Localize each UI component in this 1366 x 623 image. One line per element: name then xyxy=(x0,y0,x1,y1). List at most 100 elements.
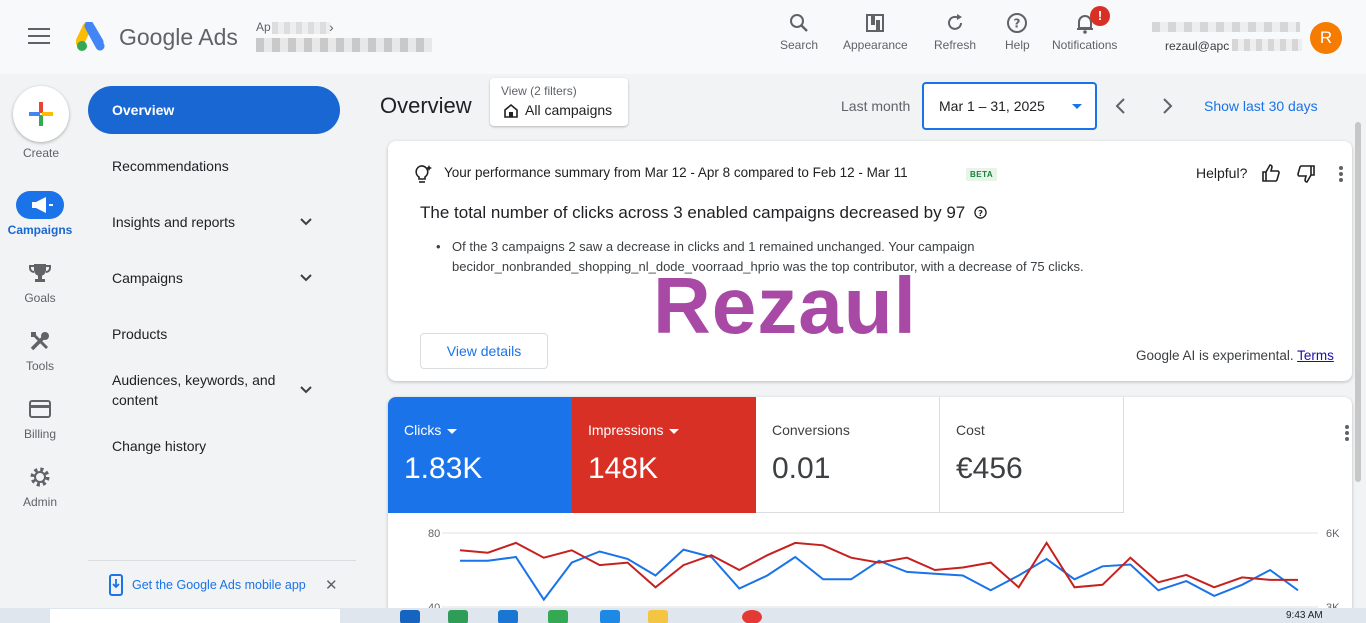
trophy-icon[interactable] xyxy=(28,262,52,284)
filter-label: View (2 filters) xyxy=(501,84,577,98)
megaphone-icon xyxy=(32,197,53,213)
redacted-user-name xyxy=(1152,22,1300,32)
user-avatar[interactable]: R xyxy=(1310,22,1342,54)
google-ads-logo xyxy=(76,22,105,51)
caret-down-icon xyxy=(1072,104,1082,109)
tools-rail-label[interactable]: Tools xyxy=(0,359,80,373)
nav-item-recommendations[interactable]: Recommendations xyxy=(112,156,322,176)
goals-rail-label[interactable]: Goals xyxy=(0,291,80,305)
view-details-button[interactable]: View details xyxy=(420,333,548,369)
plus-icon xyxy=(29,102,53,126)
taskbar-app-icon[interactable] xyxy=(548,610,568,623)
caret-down-icon xyxy=(669,428,680,434)
metric-cost-value: €456 xyxy=(956,452,1023,485)
gear-icon[interactable] xyxy=(29,466,51,488)
credit-card-icon[interactable] xyxy=(29,400,51,418)
brand-name: Google Ads xyxy=(119,24,238,50)
account-selector[interactable]: Ap › xyxy=(256,19,436,56)
menu-icon[interactable] xyxy=(28,28,50,46)
campaign-filter-chip[interactable]: View (2 filters) All campaigns xyxy=(490,78,628,126)
metric-cost[interactable]: Cost €456 xyxy=(940,397,1124,513)
nav-item-change-history[interactable]: Change history xyxy=(112,436,322,456)
chevron-right-icon: › xyxy=(329,19,334,35)
chevron-down-icon[interactable] xyxy=(298,270,314,286)
metrics-card: Clicks 1.83K Impressions 148K Conversion… xyxy=(388,397,1352,623)
thumbs-down-icon[interactable] xyxy=(1295,163,1317,185)
taskbar-app-icon[interactable] xyxy=(498,610,518,623)
campaigns-rail-label[interactable]: Campaigns xyxy=(0,223,80,237)
metric-conversions-label: Conversions xyxy=(772,422,850,438)
chevron-down-icon[interactable] xyxy=(298,214,314,230)
metric-impressions[interactable]: Impressions 148K xyxy=(572,397,756,513)
refresh-tool-label: Refresh xyxy=(934,38,977,52)
more-vert-icon[interactable] xyxy=(1344,424,1350,442)
y-left-tick-label: 80 xyxy=(428,528,440,540)
summary-title-text: The total number of clicks across 3 enab… xyxy=(420,203,966,222)
metric-impressions-name: Impressions xyxy=(588,422,680,438)
caret-down-icon xyxy=(447,428,458,434)
metric-clicks[interactable]: Clicks 1.83K xyxy=(388,397,572,513)
close-icon[interactable]: ✕ xyxy=(325,576,338,594)
notifications-tool-button[interactable]: Notifications ! xyxy=(1052,6,1117,52)
svg-text:?: ? xyxy=(978,208,983,218)
billing-rail-label[interactable]: Billing xyxy=(0,427,80,441)
summary-title: The total number of clicks across 3 enab… xyxy=(420,203,987,223)
date-range-picker[interactable]: Mar 1 – 31, 2025 xyxy=(922,82,1097,130)
campaigns-rail-button[interactable] xyxy=(16,191,64,219)
chevron-down-icon[interactable] xyxy=(298,382,314,398)
nav-item-audiences[interactable]: Audiences, keywords, and content xyxy=(112,370,302,410)
create-label: Create xyxy=(22,146,60,160)
scrollbar[interactable] xyxy=(1354,120,1362,600)
nav-item-products[interactable]: Products xyxy=(112,324,322,344)
scrollbar-thumb[interactable] xyxy=(1355,122,1361,482)
y-right-tick-label: 6K xyxy=(1326,528,1340,540)
chevron-left-icon[interactable] xyxy=(1114,97,1128,115)
appearance-tool-button[interactable]: Appearance xyxy=(843,12,908,52)
terms-link[interactable]: Terms xyxy=(1297,348,1334,363)
page-title: Overview xyxy=(380,93,472,118)
notification-badge: ! xyxy=(1090,6,1110,26)
appearance-icon xyxy=(866,14,885,32)
taskbar-app-icon[interactable] xyxy=(600,610,620,623)
lightbulb-sparkle-icon xyxy=(415,165,432,183)
svg-text:?: ? xyxy=(1014,17,1021,31)
watermark-text: Rezaul xyxy=(653,261,917,350)
help-circle-icon[interactable]: ? xyxy=(974,206,987,219)
thumbs-up-icon[interactable] xyxy=(1260,162,1282,184)
ai-note-text: Google AI is experimental. xyxy=(1136,348,1294,363)
metric-conversions[interactable]: Conversions 0.01 xyxy=(756,397,940,513)
metric-clicks-name: Clicks xyxy=(404,422,458,438)
help-icon: ? xyxy=(1007,13,1028,33)
metric-cost-label: Cost xyxy=(956,422,985,438)
search-tool-button[interactable]: Search xyxy=(780,12,818,52)
taskbar-app-icon[interactable] xyxy=(448,610,468,623)
taskbar-clock: 9:43 AM xyxy=(1286,610,1323,621)
taskbar-app-icon[interactable] xyxy=(648,610,668,623)
admin-rail-label[interactable]: Admin xyxy=(0,495,80,509)
user-email: rezaul@apc xyxy=(1165,39,1230,53)
nav-item-insights-and-reports[interactable]: Insights and reports xyxy=(112,212,322,232)
nav-item-overview[interactable]: Overview xyxy=(88,86,340,134)
filter-value: All campaigns xyxy=(525,102,613,118)
redacted-email-domain xyxy=(1232,39,1302,51)
chevron-right-icon[interactable] xyxy=(1160,97,1174,115)
os-taskbar: 9:43 AM xyxy=(0,608,1366,623)
refresh-icon xyxy=(948,14,963,30)
help-tool-button[interactable]: ? Help xyxy=(1005,12,1030,52)
top-bar: Google Ads Ap › Search Appearance Refres… xyxy=(0,0,1366,74)
refresh-tool-button[interactable]: Refresh xyxy=(934,12,976,52)
taskbar-app-icon[interactable] xyxy=(742,610,762,623)
tools-icon[interactable] xyxy=(29,330,51,352)
date-range-value: Mar 1 – 31, 2025 xyxy=(939,98,1045,114)
taskbar-search[interactable] xyxy=(50,609,340,623)
beta-badge: BETA xyxy=(966,168,998,181)
search-tool-label: Search xyxy=(780,38,819,52)
more-vert-icon[interactable] xyxy=(1338,165,1344,183)
show-last-30-days-link[interactable]: Show last 30 days xyxy=(1204,98,1318,114)
metric-impressions-value: 148K xyxy=(588,452,659,485)
phone-icon xyxy=(109,574,123,596)
create-button[interactable] xyxy=(13,86,69,142)
mobile-app-link[interactable]: Get the Google Ads mobile app xyxy=(132,578,306,592)
nav-item-campaigns[interactable]: Campaigns xyxy=(112,268,322,288)
taskbar-app-icon[interactable] xyxy=(400,610,420,623)
